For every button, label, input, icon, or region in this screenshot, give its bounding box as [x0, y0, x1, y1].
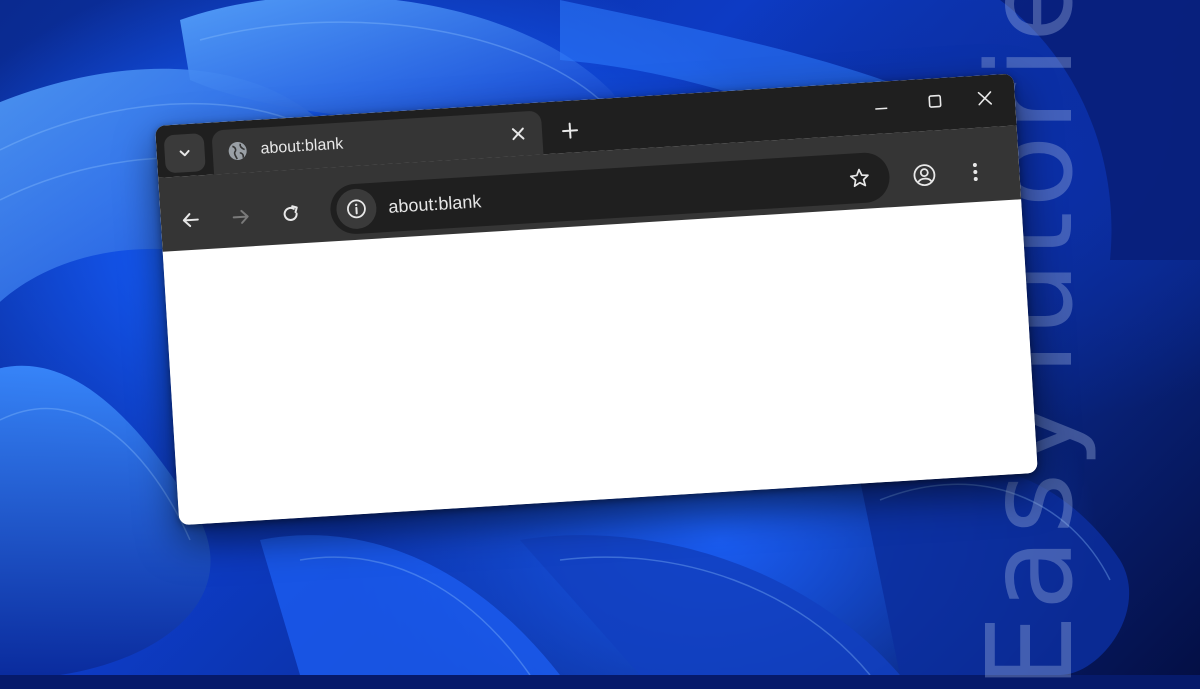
close-icon	[511, 127, 525, 141]
page-content[interactable]	[162, 199, 1038, 526]
minimize-button[interactable]	[856, 86, 906, 123]
chevron-down-icon	[179, 149, 190, 157]
kebab-menu-icon	[972, 163, 978, 181]
reload-icon	[283, 205, 298, 221]
new-tab-button[interactable]	[553, 114, 587, 148]
minimize-icon	[875, 107, 888, 110]
browser-window: about:blank about:blank	[155, 73, 1038, 526]
maximize-button[interactable]	[910, 83, 960, 120]
plus-icon	[562, 122, 579, 139]
bookmark-button[interactable]	[840, 159, 878, 197]
profile-button[interactable]	[904, 155, 944, 195]
tab-title: about:blank	[260, 135, 344, 158]
back-button[interactable]	[172, 201, 210, 239]
forward-button[interactable]	[222, 198, 260, 236]
info-icon	[347, 199, 366, 219]
close-window-button[interactable]	[960, 80, 1010, 117]
arrow-left-icon	[182, 213, 199, 228]
profile-icon	[913, 164, 936, 187]
reload-button[interactable]	[272, 195, 310, 233]
star-icon	[849, 168, 869, 188]
browser-menu-button[interactable]	[956, 152, 994, 192]
tab-close-button[interactable]	[503, 119, 533, 149]
tab-search-button[interactable]	[163, 133, 206, 174]
arrow-right-icon	[232, 209, 249, 224]
maximize-icon	[928, 94, 942, 108]
close-icon	[977, 91, 993, 106]
url-text: about:blank	[387, 190, 482, 217]
site-info-button[interactable]	[335, 187, 378, 231]
globe-icon	[226, 139, 249, 162]
